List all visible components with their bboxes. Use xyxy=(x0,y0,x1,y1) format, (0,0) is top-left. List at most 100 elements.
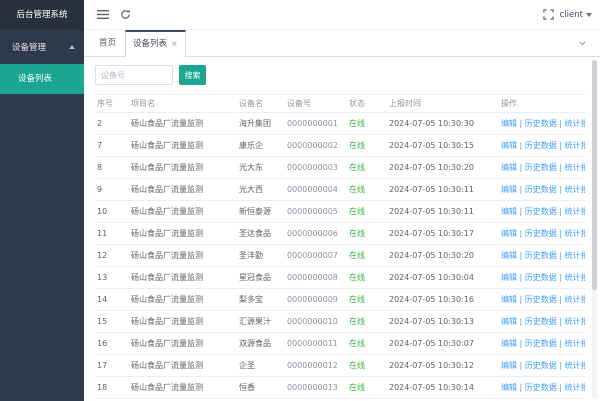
cell-device-no: 0000000003 xyxy=(285,157,347,179)
action-link-edit[interactable]: 编辑 xyxy=(501,383,517,392)
device-table-wrap: 序号 项目名 设备名 设备号 状态 上报时间 操作 2 砀山食品厂流量监测 海升… xyxy=(95,94,589,399)
cell-actions: 编辑 | 历史数据 | 统计报表 xyxy=(499,355,585,377)
device-number-input[interactable] xyxy=(95,65,173,85)
scrollbar-thumb[interactable] xyxy=(592,60,597,290)
tab-close-icon[interactable]: × xyxy=(171,39,178,48)
action-link-stats-report[interactable]: 统计报表 xyxy=(565,229,585,238)
cell-no: 15 xyxy=(95,311,129,333)
sidebar-item-device-list[interactable]: 设备列表 xyxy=(0,64,84,94)
action-separator: | xyxy=(517,383,525,392)
cell-project: 砀山食品厂流量监测 xyxy=(129,179,237,201)
action-link-history-data[interactable]: 历史数据 xyxy=(525,229,557,238)
content-panel: 搜索 序号 项目名 设备名 设备号 状态 xyxy=(84,58,600,401)
action-separator: | xyxy=(557,339,565,348)
user-dropdown[interactable]: client xyxy=(560,0,592,30)
app-title: 后台管理系统 xyxy=(0,0,84,30)
cell-time: 2024-07-05 10:30:12 xyxy=(387,355,499,377)
fullscreen-icon[interactable] xyxy=(543,9,554,20)
sidebar-item-device-management[interactable]: 设备管理 xyxy=(0,30,84,64)
table-row: 15 砀山食品厂流量监测 汇源果汁 0000000010 在线 2024-07-… xyxy=(95,311,585,333)
action-separator: | xyxy=(517,119,525,128)
action-link-stats-report[interactable]: 统计报表 xyxy=(565,119,585,128)
cell-device-no: 0000000013 xyxy=(285,377,347,399)
cell-project: 砀山食品厂流量监测 xyxy=(129,311,237,333)
cell-device-no: 0000000001 xyxy=(285,113,347,135)
action-separator: | xyxy=(557,185,565,194)
cell-project: 砀山食品厂流量监测 xyxy=(129,267,237,289)
cell-actions: 编辑 | 历史数据 | 统计报表 xyxy=(499,135,585,157)
action-link-edit[interactable]: 编辑 xyxy=(501,361,517,370)
chevron-up-icon xyxy=(69,45,75,49)
action-link-edit[interactable]: 编辑 xyxy=(501,317,517,326)
action-link-history-data[interactable]: 历史数据 xyxy=(525,383,557,392)
cell-actions: 编辑 | 历史数据 | 统计报表 xyxy=(499,179,585,201)
cell-device: 新恒泰源 xyxy=(237,201,285,223)
action-link-history-data[interactable]: 历史数据 xyxy=(525,185,557,194)
table-row: 9 砀山食品厂流量监测 光大西 0000000004 在线 2024-07-05… xyxy=(95,179,585,201)
refresh-icon[interactable] xyxy=(120,9,131,20)
cell-actions: 编辑 | 历史数据 | 统计报表 xyxy=(499,201,585,223)
action-link-stats-report[interactable]: 统计报表 xyxy=(565,141,585,150)
cell-status: 在线 xyxy=(347,135,387,157)
action-link-history-data[interactable]: 历史数据 xyxy=(525,361,557,370)
cell-device-no: 0000000005 xyxy=(285,201,347,223)
cell-status: 在线 xyxy=(347,113,387,135)
vertical-scrollbar[interactable] xyxy=(592,60,597,399)
sidebar-toggle-icon[interactable] xyxy=(97,9,109,20)
action-link-edit[interactable]: 编辑 xyxy=(501,251,517,260)
action-link-edit[interactable]: 编辑 xyxy=(501,185,517,194)
cell-status: 在线 xyxy=(347,223,387,245)
sidebar-item-label: 设备管理 xyxy=(12,41,46,53)
cell-status: 在线 xyxy=(347,245,387,267)
action-link-history-data[interactable]: 历史数据 xyxy=(525,251,557,260)
action-link-edit[interactable]: 编辑 xyxy=(501,229,517,238)
cell-status: 在线 xyxy=(347,201,387,223)
action-link-edit[interactable]: 编辑 xyxy=(501,207,517,216)
cell-no: 9 xyxy=(95,179,129,201)
search-button[interactable]: 搜索 xyxy=(179,65,206,85)
main-area: client 首页 设备列表× 搜索 xyxy=(84,0,600,401)
tab-device-list[interactable]: 设备列表× xyxy=(125,30,186,57)
action-link-history-data[interactable]: 历史数据 xyxy=(525,317,557,326)
action-link-stats-report[interactable]: 统计报表 xyxy=(565,251,585,260)
action-link-edit[interactable]: 编辑 xyxy=(501,295,517,304)
action-link-stats-report[interactable]: 统计报表 xyxy=(565,273,585,282)
cell-device-no: 0000000008 xyxy=(285,267,347,289)
action-link-edit[interactable]: 编辑 xyxy=(501,119,517,128)
action-separator: | xyxy=(517,229,525,238)
cell-status: 在线 xyxy=(347,289,387,311)
action-link-history-data[interactable]: 历史数据 xyxy=(525,163,557,172)
action-link-history-data[interactable]: 历史数据 xyxy=(525,119,557,128)
tab-home[interactable]: 首页 xyxy=(99,30,116,56)
action-link-stats-report[interactable]: 统计报表 xyxy=(565,295,585,304)
action-separator: | xyxy=(517,295,525,304)
action-link-history-data[interactable]: 历史数据 xyxy=(525,141,557,150)
cell-no: 2 xyxy=(95,113,129,135)
action-link-edit[interactable]: 编辑 xyxy=(501,141,517,150)
action-link-history-data[interactable]: 历史数据 xyxy=(525,207,557,216)
cell-time: 2024-07-05 10:30:30 xyxy=(387,113,499,135)
action-separator: | xyxy=(517,141,525,150)
cell-time: 2024-07-05 10:30:13 xyxy=(387,311,499,333)
action-link-edit[interactable]: 编辑 xyxy=(501,163,517,172)
cell-status: 在线 xyxy=(347,311,387,333)
action-link-edit[interactable]: 编辑 xyxy=(501,273,517,282)
cell-device-no: 0000000002 xyxy=(285,135,347,157)
action-link-history-data[interactable]: 历史数据 xyxy=(525,339,557,348)
action-link-stats-report[interactable]: 统计报表 xyxy=(565,163,585,172)
cell-project: 砀山食品厂流量监测 xyxy=(129,289,237,311)
action-link-stats-report[interactable]: 统计报表 xyxy=(565,361,585,370)
tabs-chevron-down-icon[interactable] xyxy=(578,39,587,48)
col-header-time: 上报时间 xyxy=(387,95,499,113)
action-link-stats-report[interactable]: 统计报表 xyxy=(565,339,585,348)
action-link-stats-report[interactable]: 统计报表 xyxy=(565,383,585,392)
col-header-actions: 操作 xyxy=(499,95,585,113)
action-link-edit[interactable]: 编辑 xyxy=(501,339,517,348)
action-separator: | xyxy=(557,383,565,392)
cell-project: 砀山食品厂流量监测 xyxy=(129,377,237,399)
action-link-stats-report[interactable]: 统计报表 xyxy=(565,207,585,216)
action-link-history-data[interactable]: 历史数据 xyxy=(525,295,557,304)
action-link-stats-report[interactable]: 统计报表 xyxy=(565,185,585,194)
action-link-history-data[interactable]: 历史数据 xyxy=(525,273,557,282)
action-link-stats-report[interactable]: 统计报表 xyxy=(565,317,585,326)
